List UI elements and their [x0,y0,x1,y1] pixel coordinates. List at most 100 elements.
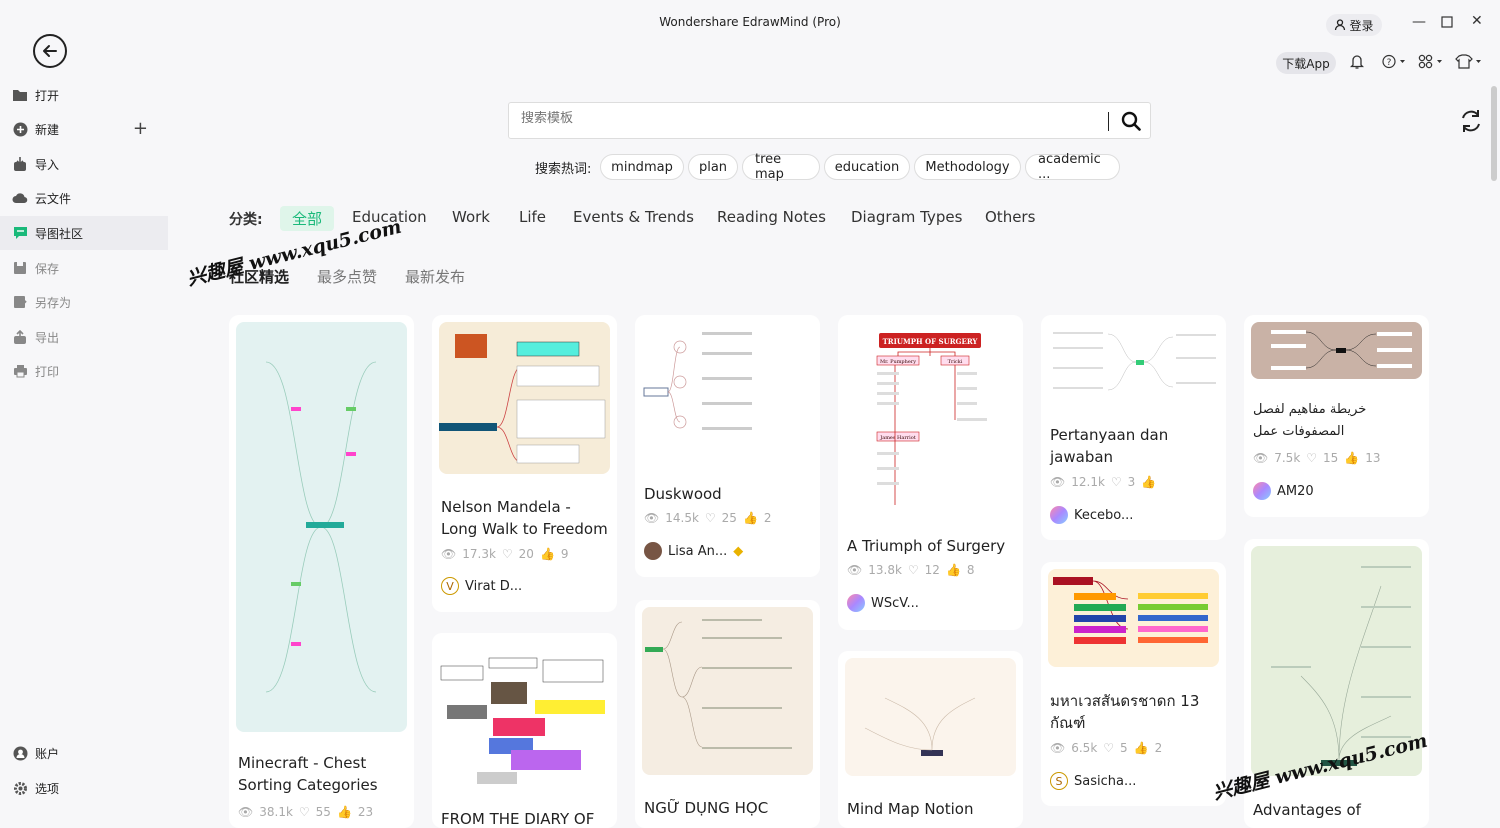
thumb-icon: 👍 [336,805,352,819]
shirt-icon[interactable] [1455,54,1483,73]
sidebar-item-save[interactable]: 保存 [0,251,168,285]
template-card[interactable]: FROM THE DIARY OF [432,633,617,828]
sidebar-item-label: 另存为 [35,295,72,310]
hot-tag[interactable]: plan [688,154,738,180]
card-title: FROM THE DIARY OF [441,810,595,828]
refresh-icon[interactable] [1458,108,1484,138]
sidebar-item-import[interactable]: 导入 [0,147,168,181]
template-card[interactable]: มหาเวสสันดรชาดก 13 กัณฑ์ 👁 6.5k ♡ 5 👍 2 S S… [1041,562,1226,806]
sidebar-item-save-as[interactable]: 另存为 [0,285,168,319]
template-thumbnail [1048,322,1219,402]
sidebar-item-cloud[interactable]: 云文件 [0,181,168,215]
category-tab-all[interactable]: 全部 [280,206,335,231]
author-name: Virat D... [465,578,523,594]
card-title: A Triumph of Surgery [847,537,1006,555]
app-window: 打开 新建 + 导入 云文件 导图社区 保存 另存为 导出 打印 账户 选项 W… [0,0,1500,828]
template-thumbnail [439,640,610,787]
sidebar-item-community[interactable]: 导图社区 [0,216,168,250]
community-icon [12,225,28,241]
heart-icon: ♡ [1306,451,1318,465]
apps-icon[interactable] [1418,54,1444,73]
sidebar-item-export[interactable]: 导出 [0,320,168,354]
plus-circle-icon [12,121,28,137]
category-tab-diagram-types[interactable]: Diagram Types [851,208,962,226]
heart-icon: ♡ [1110,475,1122,489]
avatar: S [1050,772,1068,790]
views-icon: 👁 [238,805,254,819]
sidebar-item-options[interactable]: 选项 [0,771,168,805]
heart-icon: ♡ [704,511,716,525]
thumb-node: James Harriot [879,435,916,441]
help-icon[interactable]: ? [1382,54,1406,73]
template-card[interactable]: Mind Map Notion [838,651,1023,828]
close-button[interactable]: ✕ [1471,13,1483,29]
minimize-button[interactable]: — [1412,14,1426,30]
thumbs-count: 13 [1365,451,1381,465]
author-name: AM20 [1277,483,1314,499]
hot-tag[interactable]: education [824,154,910,180]
gear-icon [12,780,28,796]
sidebar-item-label: 新建 [35,122,60,137]
sidebar-item-account[interactable]: 账户 [0,736,168,770]
download-app-button[interactable]: 下载App [1276,52,1336,74]
export-icon [12,329,28,345]
sidebar-item-new[interactable]: 新建 + [0,112,168,146]
likes-count: 5 [1120,741,1128,755]
hot-tag[interactable]: mindmap [600,154,684,180]
thumb-node: Tricki [948,359,963,365]
template-thumbnail [642,607,813,775]
card-title: Pertanyaan dan jawaban [1050,426,1169,466]
import-icon [12,156,28,172]
back-button[interactable] [33,34,67,68]
category-tab-work[interactable]: Work [452,208,490,226]
search-input[interactable] [521,111,1101,126]
template-card[interactable]: Minecraft - Chest Sorting Categories 👁 38… [229,315,414,828]
subtab-most-liked[interactable]: 最多点赞 [317,266,377,287]
category-label: 分类: [229,212,263,228]
account-icon [12,745,28,761]
hot-tag[interactable]: tree map [742,152,820,182]
login-label: 登录 [1349,18,1374,33]
login-button[interactable]: 登录 [1326,14,1382,36]
bell-icon[interactable] [1349,54,1365,73]
card-author: WScV... [847,594,919,612]
template-card[interactable]: Duskwood 👁 14.5k ♡ 25 👍 2 Lisa An... ◆ [635,315,820,577]
maximize-button[interactable] [1441,16,1453,32]
svg-text:?: ? [1387,58,1392,68]
scrollbar[interactable] [1491,86,1497,181]
heart-icon: ♡ [1103,741,1115,755]
user-icon [1335,19,1346,31]
template-card[interactable]: NGỮ DỤNG HỌC [635,600,820,828]
views-icon: 👁 [1050,741,1066,755]
thumbs-count: 8 [966,563,975,577]
author-name: Lisa An... [668,543,728,559]
category-tab-reading-notes[interactable]: Reading Notes [717,208,826,226]
template-card[interactable]: Nelson Mandela - Long Walk to Freedom 👁 1… [432,315,617,612]
thumb-node: Mr. Pumphery [880,359,916,365]
likes-count: 25 [721,511,737,525]
printer-icon [12,363,28,379]
search-box [508,102,1151,139]
hot-tag[interactable]: Methodology [914,154,1021,180]
author-name: WScV... [871,595,919,611]
category-tab-life[interactable]: Life [519,208,546,226]
sidebar-item-label: 云文件 [35,191,72,206]
hot-tag[interactable]: academic ... [1025,152,1120,182]
thumb-icon: 👍 [1133,741,1149,755]
search-icon[interactable] [1121,111,1141,135]
sidebar-item-open[interactable]: 打开 [0,78,168,112]
template-card[interactable]: Pertanyaan dan jawaban 👁 12.1k ♡ 3 👍 Keceb… [1041,315,1226,540]
add-icon[interactable]: + [133,118,148,139]
sidebar-item-print[interactable]: 打印 [0,354,168,388]
template-card[interactable]: خريطة مفاهيم لفصل المصفوفات عمل 👁 7.5k ♡ 1… [1244,315,1429,517]
template-thumbnail: TRIUMPH OF SURGERY Mr. Pumphery Tricki Jame… [845,322,1016,510]
template-card[interactable]: TRIUMPH OF SURGERY Mr. Pumphery Tricki Jame… [838,315,1023,630]
category-tab-events[interactable]: Events & Trends [573,208,694,226]
thumb-icon: 👍 [1344,451,1360,465]
template-thumbnail [1048,569,1219,667]
views-count: 6.5k [1071,741,1098,755]
subtab-latest[interactable]: 最新发布 [405,266,465,287]
card-stats: 👁 13.8k ♡ 12 👍 8 [847,563,975,577]
folder-icon [12,87,28,103]
category-tab-others[interactable]: Others [985,208,1035,226]
